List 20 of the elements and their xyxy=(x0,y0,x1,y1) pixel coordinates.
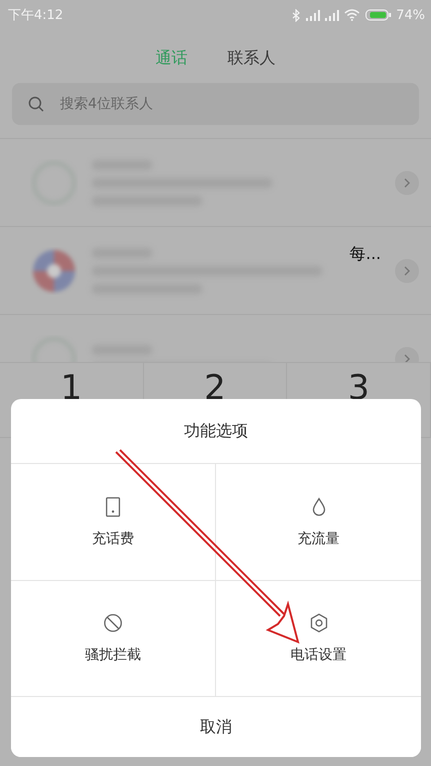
details-button[interactable] xyxy=(395,170,419,194)
dialog-title: 功能选项 xyxy=(184,420,248,442)
chevron-icon xyxy=(402,352,412,362)
search-field[interactable]: 搜索4位联系人 xyxy=(12,83,419,125)
chevron-icon xyxy=(402,264,412,276)
block-icon xyxy=(102,612,124,634)
search-icon xyxy=(28,96,44,112)
bluetooth-icon xyxy=(292,8,302,22)
call-title: 每... xyxy=(350,244,381,264)
option-button[interactable]: 骚扰拦截 xyxy=(11,580,216,697)
battery-icon xyxy=(365,9,392,21)
battery-percent: 74% xyxy=(396,8,425,22)
signal-icon xyxy=(325,10,340,20)
chevron-icon xyxy=(402,176,412,188)
status-time: 下午4:12 xyxy=(8,7,64,24)
details-button[interactable] xyxy=(395,258,419,282)
option-button[interactable]: 充话费 xyxy=(11,464,216,580)
signal-icon xyxy=(306,10,320,20)
wifi-icon xyxy=(344,9,360,21)
tab[interactable]: 联系人 xyxy=(228,48,276,69)
